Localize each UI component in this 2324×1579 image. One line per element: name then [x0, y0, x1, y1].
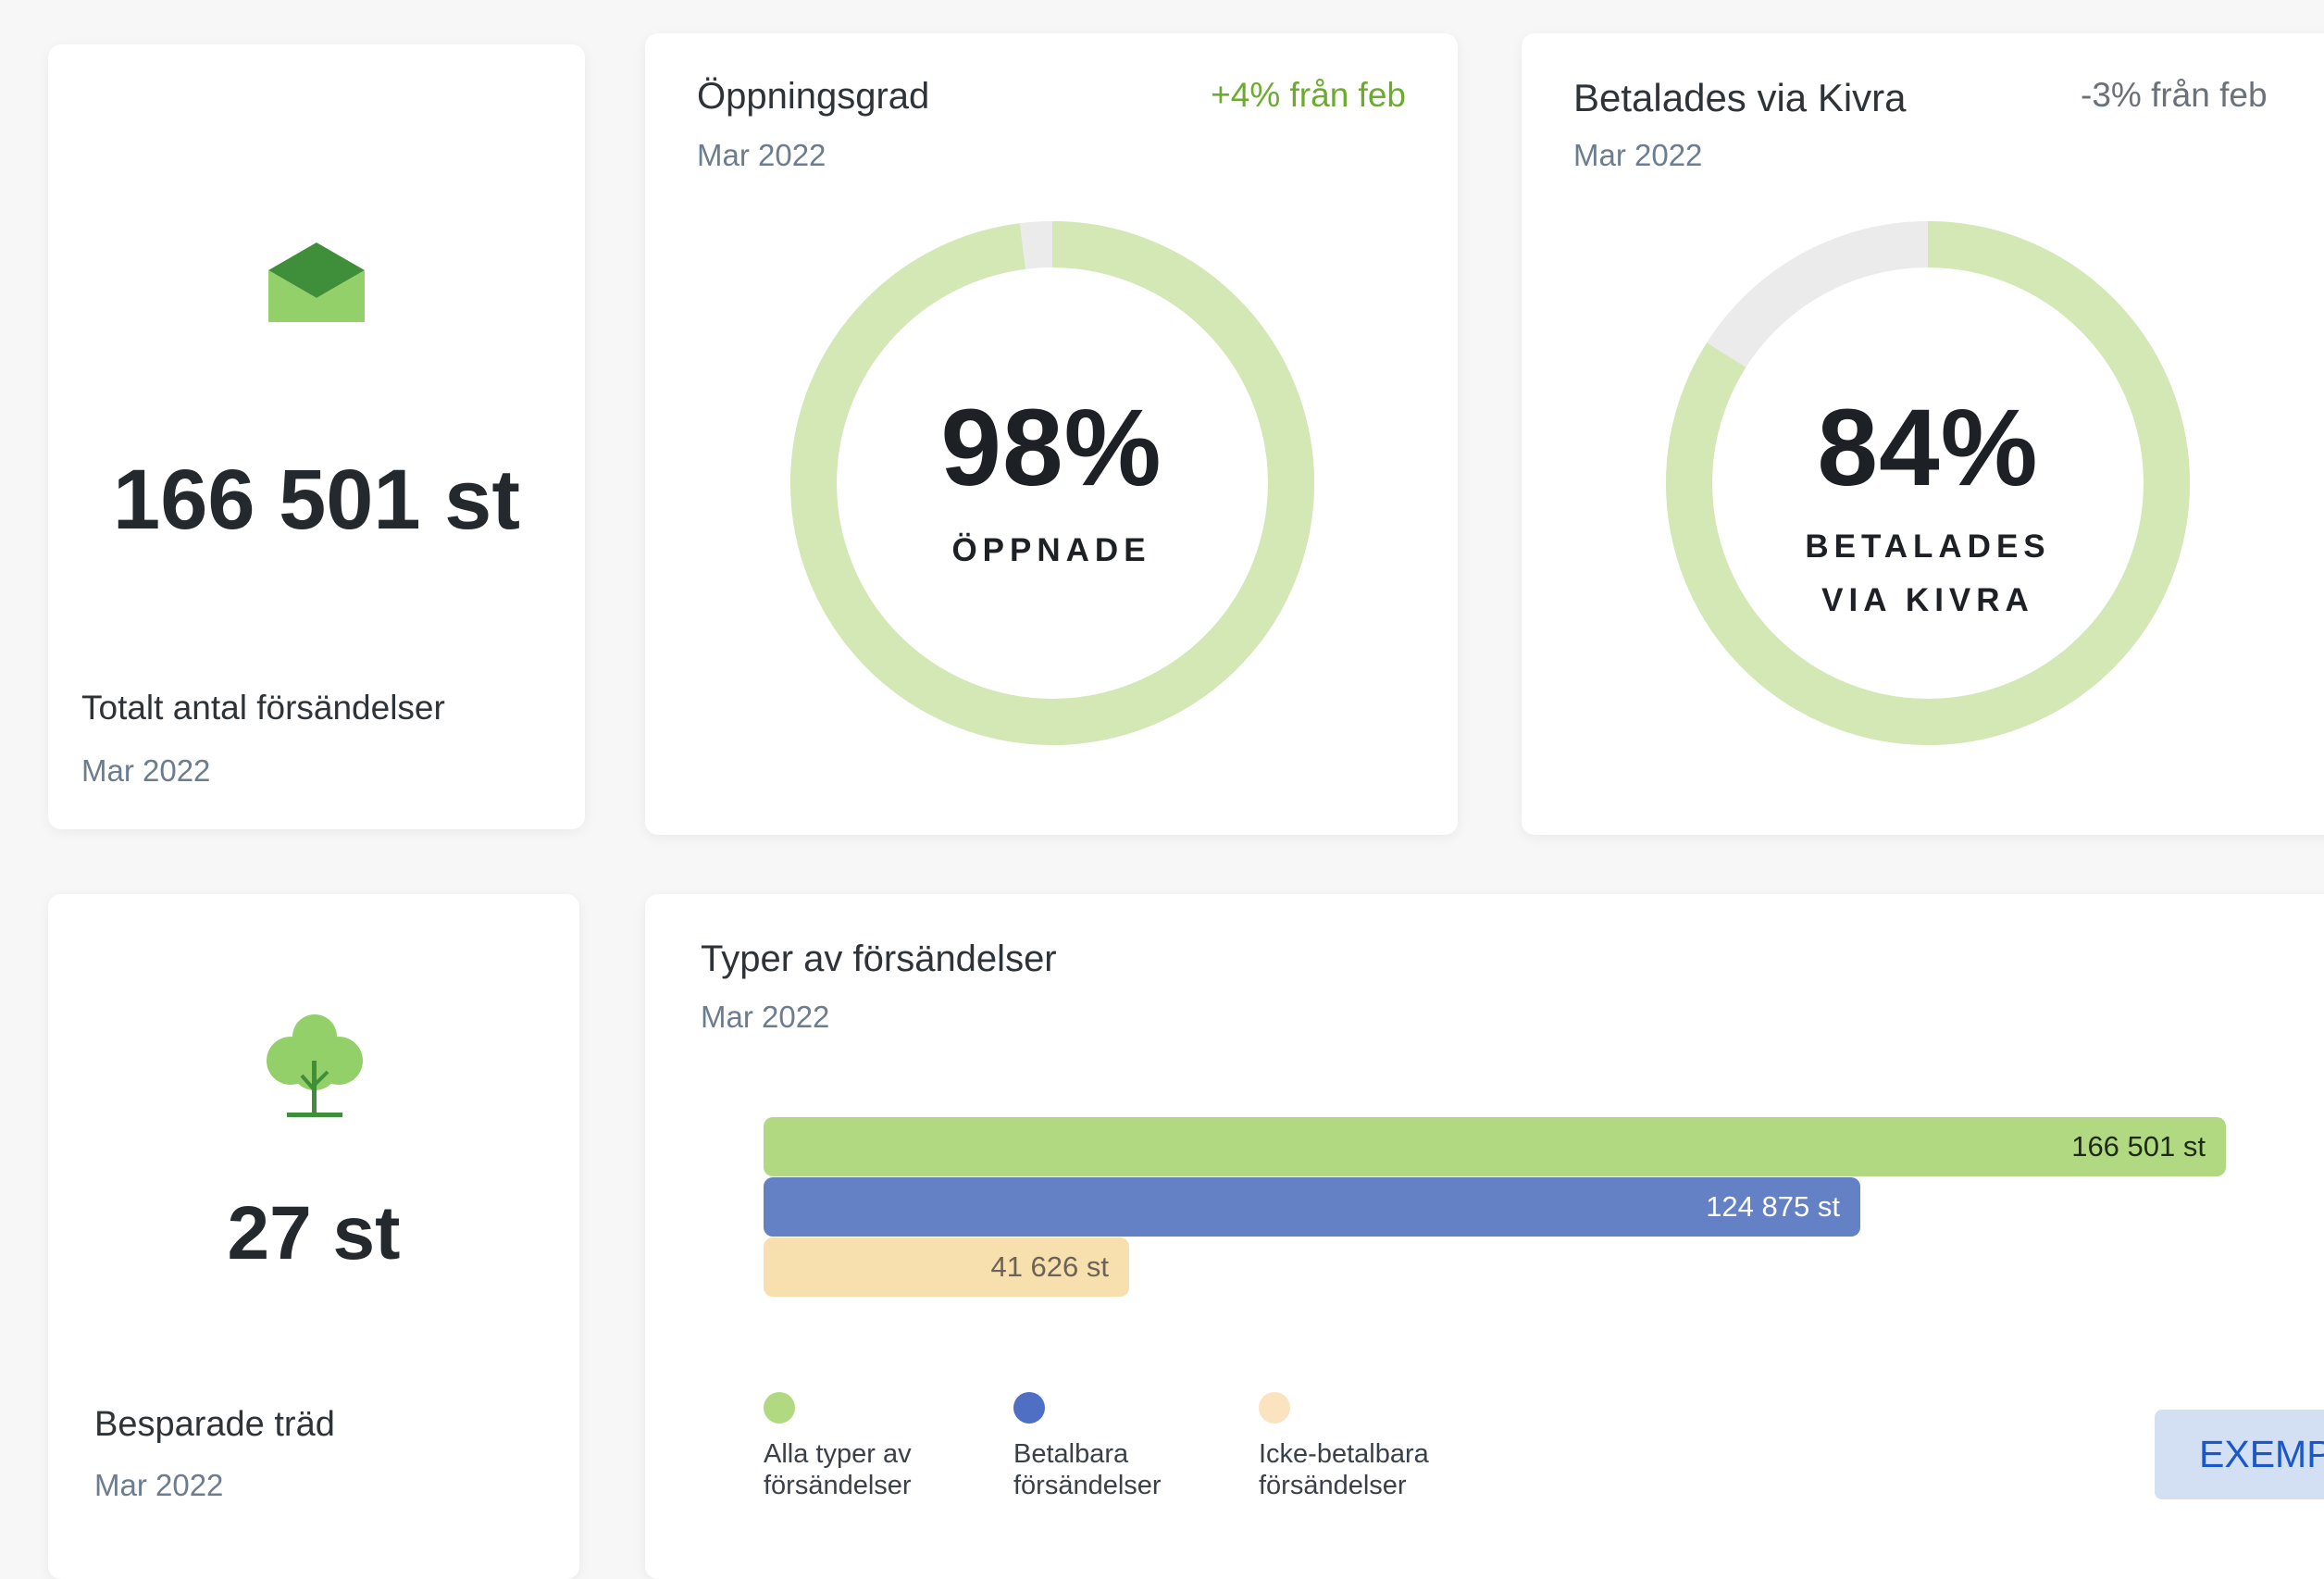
shipment-types-title: Typer av försändelser — [701, 939, 1057, 979]
legend-dot-nonpayable — [1259, 1392, 1290, 1424]
bar-all-label: 166 501 st — [2071, 1130, 2206, 1162]
paid-via-kivra-center-label-2: VIA KIVRA — [1821, 582, 2034, 618]
legend-text-all: Alla typer av försändelser — [764, 1439, 912, 1500]
open-rate-period: Mar 2022 — [697, 138, 826, 172]
legend-text-nonpayable: Icke-betalbara försändelser — [1259, 1439, 1429, 1500]
paid-via-kivra-percent: 84% — [1817, 387, 2039, 509]
legend-item-payable: Betalbara försändelser — [1013, 1392, 1236, 1501]
open-rate-percent: 98% — [940, 387, 1162, 509]
example-button[interactable]: EXEMP — [2155, 1410, 2324, 1499]
paid-via-kivra-title: Betalades via Kivra — [1573, 76, 1907, 119]
bar-payable-label: 124 875 st — [1706, 1190, 1840, 1223]
total-shipments-value: 166 501 st — [113, 453, 520, 547]
legend-text-payable: Betalbara försändelser — [1013, 1439, 1162, 1500]
shipment-types-bars: 166 501 st 124 875 st 41 626 st — [764, 1117, 2226, 1312]
total-shipments-period: Mar 2022 — [81, 753, 211, 788]
legend-item-all: Alla typer av försändelser — [764, 1392, 986, 1501]
paid-via-kivra-period: Mar 2022 — [1573, 138, 1703, 172]
legend-dot-payable — [1013, 1392, 1045, 1424]
shipment-types-card: Typer av försändelser Mar 2022 166 501 s… — [645, 894, 2324, 1579]
total-shipments-label: Totalt antal försändelser — [81, 689, 445, 727]
saved-trees-card: 27 st Besparade träd Mar 2022 — [48, 894, 579, 1579]
legend-dot-all — [764, 1392, 795, 1424]
saved-trees-label: Besparade träd — [94, 1405, 335, 1444]
shipment-types-period: Mar 2022 — [701, 1000, 830, 1034]
tree-icon — [267, 1014, 363, 1117]
total-shipments-card: 166 501 st Totalt antal försändelser Mar… — [48, 44, 585, 829]
bar-payable: 124 875 st — [764, 1177, 1860, 1237]
bar-nonpayable-label: 41 626 st — [990, 1250, 1109, 1283]
saved-trees-value: 27 st — [227, 1191, 401, 1275]
paid-via-kivra-delta: -3% från feb — [2081, 76, 2268, 114]
paid-via-kivra-card: Betalades via Kivra -3% från feb Mar 202… — [1522, 33, 2324, 835]
legend-item-nonpayable: Icke-betalbara försändelser — [1259, 1392, 1481, 1501]
open-rate-title: Öppningsgrad — [697, 76, 930, 117]
open-rate-card: Öppningsgrad +4% från feb Mar 2022 98% Ö… — [645, 33, 1458, 835]
bar-all: 166 501 st — [764, 1117, 2226, 1176]
open-rate-center-label: ÖPPNADE — [951, 532, 1151, 568]
paid-via-kivra-center-label-1: BETALADES — [1805, 528, 2051, 565]
envelope-open-icon — [268, 242, 365, 322]
open-rate-delta: +4% från feb — [1211, 76, 1406, 114]
bar-nonpayable: 41 626 st — [764, 1237, 1129, 1297]
saved-trees-period: Mar 2022 — [94, 1468, 224, 1502]
